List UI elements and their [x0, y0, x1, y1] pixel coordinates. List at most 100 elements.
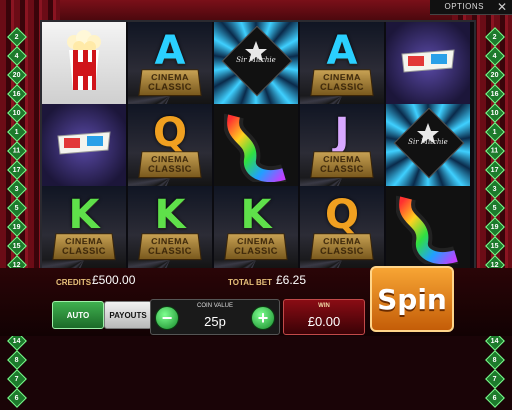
payline-number: 14: [491, 337, 499, 344]
plinth-text-2: CLASSIC: [320, 164, 365, 174]
symbol-letter: A: [300, 28, 384, 74]
payline-markers-left: 2420161011117351915121891314876: [10, 30, 24, 410]
cinema-classic-plinth: CINEMA CLASSIC: [310, 151, 373, 178]
payline-marker-right[interactable]: 3: [485, 179, 505, 199]
reel-2: A CINEMA CLASSIC Q CINEMA CLASSIC K CINEMA CLASS…: [128, 22, 212, 268]
plinth-text-1: CINEMA: [237, 237, 276, 246]
auto-button[interactable]: AUTO: [52, 301, 104, 329]
payline-marker-right[interactable]: 10: [485, 103, 505, 123]
payline-marker-right[interactable]: 7: [485, 369, 505, 389]
symbol-film-reel: [386, 186, 470, 268]
3d-glasses-icon: [56, 128, 112, 158]
payline-marker-left[interactable]: 8: [7, 350, 27, 370]
payline-marker-right[interactable]: 15: [485, 236, 505, 256]
spin-button[interactable]: Spin: [370, 266, 454, 332]
cinema-classic-plinth: CINEMA CLASSIC: [224, 233, 287, 260]
payline-number: 1: [493, 129, 497, 136]
cinema-classic-plinth: CINEMA CLASSIC: [310, 69, 373, 96]
payline-number: 3: [493, 186, 497, 193]
plinth-text-1: CINEMA: [323, 155, 362, 164]
total-bet-value: £6.25: [276, 273, 306, 287]
payline-marker-right[interactable]: 20: [485, 65, 505, 85]
payline-marker-left[interactable]: 11: [7, 141, 27, 161]
payline-marker-left[interactable]: 10: [7, 103, 27, 123]
payline-number: 10: [491, 109, 499, 116]
cinema-classic-plinth: CINEMA CLASSIC: [138, 69, 201, 96]
win-value: £0.00: [284, 314, 364, 329]
payline-markers-right: 2420161011117351915121891314876: [488, 30, 502, 410]
symbol-popcorn: [42, 22, 126, 104]
payline-marker-left[interactable]: 2: [7, 27, 27, 47]
win-label: WIN: [284, 303, 364, 309]
payline-number: 3: [15, 186, 19, 193]
reel-1: K CINEMA CLASSIC: [42, 22, 126, 268]
payline-marker-left[interactable]: 19: [7, 217, 27, 237]
payline-marker-left[interactable]: 5: [7, 198, 27, 218]
payline-marker-left[interactable]: 7: [7, 369, 27, 389]
close-icon[interactable]: ✕: [497, 0, 507, 14]
plinth-text-2: CLASSIC: [62, 246, 107, 256]
payouts-button[interactable]: PAYOUTS: [104, 301, 152, 329]
plinth-text-2: CLASSIC: [320, 246, 365, 256]
payline-number: 15: [13, 242, 21, 249]
payline-marker-left[interactable]: 1: [7, 122, 27, 142]
payline-number: 6: [493, 395, 497, 402]
coin-value-panel: COIN VALUE 25p − +: [150, 299, 280, 335]
payline-marker-left[interactable]: 6: [7, 388, 27, 408]
payline-marker-left[interactable]: 16: [7, 84, 27, 104]
payline-number: 20: [13, 71, 21, 78]
payline-number: 19: [491, 223, 499, 230]
payline-number: 15: [491, 242, 499, 249]
control-panel: CREDITS £500.00 TOTAL BET £6.25 AUTO PAY…: [0, 268, 512, 336]
game-stage: OPTIONS ✕ 242016101111735191512189131487…: [0, 0, 512, 336]
payline-marker-right[interactable]: 16: [485, 84, 505, 104]
payline-number: 10: [13, 109, 21, 116]
reel-4: A CINEMA CLASSIC J CINEMA CLASSIC Q CINEMA CLASS…: [300, 22, 384, 268]
payline-marker-left[interactable]: 17: [7, 160, 27, 180]
payline-number: 7: [15, 376, 19, 383]
film-strip-icon: [396, 192, 462, 264]
symbol-letter: K: [214, 192, 298, 238]
symbol-letter: J: [300, 110, 384, 156]
cinema-classic-plinth: CINEMA CLASSIC: [138, 151, 201, 178]
payline-number: 14: [13, 337, 21, 344]
total-bet-label: TOTAL BET: [228, 278, 272, 287]
symbol-letter: K: [42, 192, 126, 238]
symbol-walk-of-fame-star: Sir Mitchie: [214, 22, 298, 104]
payline-number: 2: [493, 34, 497, 41]
coin-increase-button[interactable]: +: [251, 306, 275, 330]
payline-number: 1: [15, 129, 19, 136]
coin-decrease-button[interactable]: −: [155, 306, 179, 330]
symbol-a: A CINEMA CLASSIC: [300, 22, 384, 104]
payline-marker-left[interactable]: 20: [7, 65, 27, 85]
credits-value: £500.00: [92, 273, 135, 287]
reel-window: K CINEMA CLASSIC A CINEMA CLASSIC Q CINEMA CLASS…: [40, 20, 476, 270]
popcorn-icon: [66, 30, 102, 92]
payline-marker-left[interactable]: 4: [7, 46, 27, 66]
plinth-text-2: CLASSIC: [148, 82, 193, 92]
payline-number: 4: [493, 53, 497, 60]
payline-marker-right[interactable]: 19: [485, 217, 505, 237]
symbol-letter: Q: [300, 192, 384, 238]
payline-marker-left[interactable]: 15: [7, 236, 27, 256]
payline-marker-right[interactable]: 11: [485, 141, 505, 161]
payline-marker-right[interactable]: 2: [485, 27, 505, 47]
payline-number: 16: [13, 90, 21, 97]
payline-marker-right[interactable]: 4: [485, 46, 505, 66]
reel-5: Sir Mitchie: [386, 22, 470, 268]
payline-marker-left[interactable]: 3: [7, 179, 27, 199]
symbol-walk-of-fame-star: Sir Mitchie: [386, 104, 470, 186]
symbol-q: Q CINEMA CLASSIC: [128, 104, 212, 186]
payline-number: 11: [491, 148, 498, 155]
payline-marker-right[interactable]: 6: [485, 388, 505, 408]
plinth-text-2: CLASSIC: [320, 82, 365, 92]
film-strip-icon: [224, 110, 290, 182]
payline-marker-right[interactable]: 17: [485, 160, 505, 180]
payline-number: 6: [15, 395, 19, 402]
payline-marker-right[interactable]: 5: [485, 198, 505, 218]
cinema-classic-plinth: CINEMA CLASSIC: [52, 233, 115, 260]
payline-marker-right[interactable]: 8: [485, 350, 505, 370]
credits-label: CREDITS: [56, 278, 91, 287]
payline-marker-right[interactable]: 1: [485, 122, 505, 142]
options-button[interactable]: OPTIONS: [444, 2, 484, 11]
